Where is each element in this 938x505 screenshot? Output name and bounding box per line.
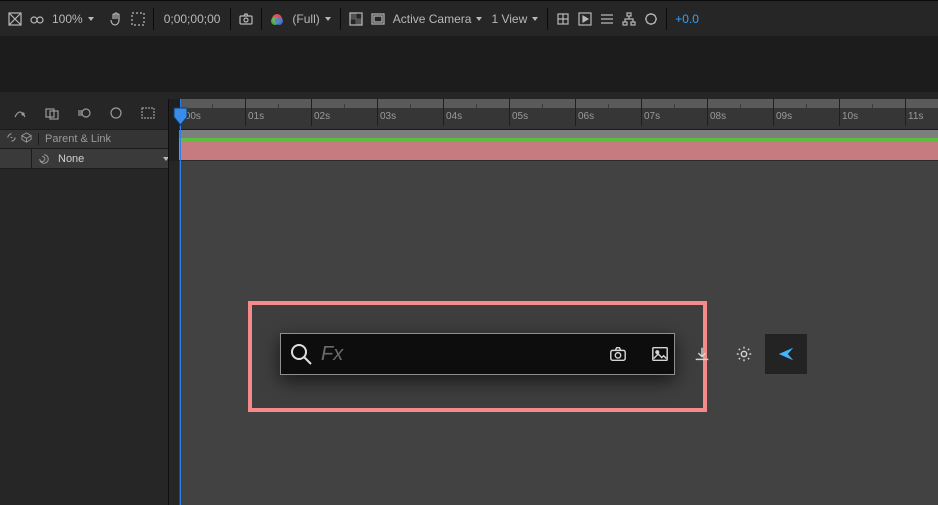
camera-value: Active Camera xyxy=(393,12,472,26)
frame-blend-icon[interactable] xyxy=(42,103,62,123)
work-area-bar[interactable] xyxy=(179,129,938,138)
send-icon[interactable] xyxy=(765,334,807,374)
layer-duration-bar[interactable] xyxy=(179,141,938,160)
safe-zones-icon[interactable] xyxy=(367,8,389,30)
show-channel-icon[interactable] xyxy=(266,8,288,30)
playhead-line xyxy=(180,99,181,505)
ruler-tick: 01s xyxy=(248,111,264,122)
ruler-tick: 06s xyxy=(578,111,594,122)
resolution-dropdown[interactable]: (Full) xyxy=(288,10,335,28)
fx-console xyxy=(280,333,675,375)
chevron-down-icon xyxy=(531,15,539,23)
view-count-value: 1 View xyxy=(491,12,527,26)
ruler-tick: 02s xyxy=(314,111,330,122)
fast-previews-icon[interactable] xyxy=(574,8,596,30)
ruler-tick: 08s xyxy=(710,111,726,122)
ruler-tick: 09s xyxy=(776,111,792,122)
ruler-tick: 03s xyxy=(380,111,396,122)
motion-blur-icon[interactable] xyxy=(74,103,94,123)
gear-icon[interactable] xyxy=(723,334,765,374)
hand-icon[interactable] xyxy=(105,8,127,30)
parent-link-label: Parent & Link xyxy=(38,133,168,145)
ruler-tick: 07s xyxy=(644,111,660,122)
pixel-aspect-icon[interactable] xyxy=(552,8,574,30)
app-toolbar: 100% 0;00;00;00 (Full) Active Camera xyxy=(0,0,938,36)
ruler-tick: 04s xyxy=(446,111,462,122)
snapshot-icon[interactable] xyxy=(235,8,257,30)
chevron-down-icon xyxy=(87,15,95,23)
timecode-display[interactable]: 0;00;00;00 xyxy=(158,10,227,28)
camera-dropdown[interactable]: Active Camera xyxy=(389,10,488,28)
alpha-icon[interactable] xyxy=(4,8,26,30)
zoom-value: 100% xyxy=(52,12,83,26)
region-icon[interactable] xyxy=(127,8,149,30)
download-icon[interactable] xyxy=(681,334,723,374)
resolution-value: (Full) xyxy=(292,12,319,26)
chevron-down-icon[interactable] xyxy=(156,155,168,163)
fx-search-input[interactable] xyxy=(321,343,589,366)
cube-icon xyxy=(21,132,32,146)
ruler-tick: 11s xyxy=(908,111,923,122)
timeline-icon[interactable] xyxy=(596,8,618,30)
ruler-zoom-bar[interactable] xyxy=(179,99,938,108)
chevron-down-icon xyxy=(475,15,483,23)
timecode-value: 0;00;00;00 xyxy=(164,12,221,26)
layer-switches[interactable] xyxy=(0,149,32,168)
layer-row[interactable]: None xyxy=(0,149,168,169)
ruler-tick: 10s xyxy=(842,111,858,122)
layer-columns-header: Parent & Link xyxy=(0,129,168,149)
transparency-grid-icon[interactable] xyxy=(345,8,367,30)
graph-editor-icon[interactable] xyxy=(106,103,126,123)
layer-toolbar xyxy=(0,99,168,127)
draft3d-icon[interactable] xyxy=(138,103,158,123)
fx-toolbar xyxy=(597,334,807,374)
panel-upper-gap xyxy=(0,36,938,92)
render-icon[interactable] xyxy=(640,8,662,30)
timeline-panel: :00s 01s 02s 03s 04s 05s 06s 07s 08s 09s… xyxy=(0,36,938,505)
view-count-dropdown[interactable]: 1 View xyxy=(487,10,543,28)
glasses-icon[interactable] xyxy=(26,8,48,30)
fx-search-area xyxy=(281,334,597,374)
shy-icon[interactable] xyxy=(10,103,30,123)
pickwhip-icon[interactable] xyxy=(32,153,56,165)
parent-value[interactable]: None xyxy=(56,153,156,165)
camera-icon[interactable] xyxy=(597,334,639,374)
image-icon[interactable] xyxy=(639,334,681,374)
ruler-tick: 05s xyxy=(512,111,528,122)
pickwhip-column-icon xyxy=(6,132,17,146)
current-time-indicator[interactable] xyxy=(173,107,188,129)
chevron-down-icon xyxy=(324,15,332,23)
exposure-value[interactable]: +0.0 xyxy=(671,12,703,26)
search-icon xyxy=(289,342,313,366)
time-ruler[interactable]: :00s 01s 02s 03s 04s 05s 06s 07s 08s 09s… xyxy=(179,108,938,126)
flowchart-icon[interactable] xyxy=(618,8,640,30)
zoom-dropdown[interactable]: 100% xyxy=(48,10,99,28)
